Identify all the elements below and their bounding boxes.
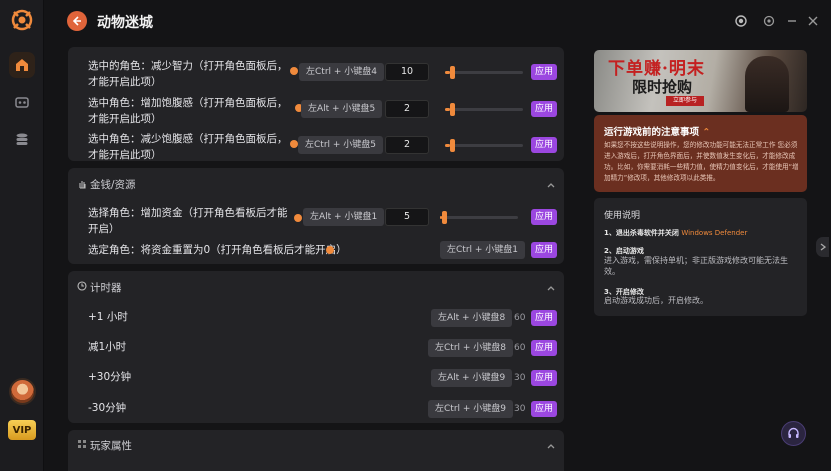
games-nav-icon[interactable] — [9, 89, 35, 115]
section-title: 玩家属性 — [90, 440, 132, 452]
timer-value: 60 — [514, 343, 526, 353]
minimize-icon[interactable] — [785, 14, 799, 28]
hotkey-badge[interactable]: 左Ctrl + 小键盘4 — [299, 63, 385, 81]
mod-label: 选中的角色：减少智力（打开角色面板后，才能开启此项） — [88, 60, 288, 88]
mod-label: 减1小时 — [88, 341, 127, 353]
user-avatar[interactable] — [9, 378, 36, 405]
banner-stamp: 立即参与 — [666, 96, 704, 106]
apply-button[interactable]: 应用 — [531, 209, 557, 225]
notice-panel: 运行游戏前的注意事项 ⌃ 如果您不按这些说明操作，您的修改功能可能无法正常工作 … — [594, 115, 807, 192]
hotkey-badge[interactable]: 左Ctrl + 小键盘9 — [428, 400, 514, 418]
clock-icon — [77, 281, 87, 291]
warning-icon: ⌃ — [702, 127, 711, 138]
player-card: 玩家属性 — [68, 430, 564, 471]
value-input[interactable]: 2 — [385, 136, 429, 154]
value-input[interactable]: 10 — [385, 63, 429, 81]
status-dot — [290, 67, 298, 75]
hotkey-badge[interactable]: 左Ctrl + 小键盘8 — [428, 339, 514, 357]
apply-button[interactable]: 应用 — [531, 101, 557, 117]
apply-button[interactable]: 应用 — [531, 310, 557, 326]
headset-support-button[interactable] — [781, 421, 806, 446]
collapse-chevron-icon[interactable] — [546, 441, 556, 451]
mod-label: 选中角色：减少饱腹感（打开角色面板后，才能开启此项） — [88, 133, 288, 161]
home-nav-icon[interactable] — [9, 52, 35, 78]
value-slider[interactable] — [440, 211, 518, 224]
back-button[interactable] — [67, 11, 87, 31]
apply-button[interactable]: 应用 — [531, 370, 557, 386]
mod-label: 选择角色：增加资金（打开角色看板后才能开启） — [88, 207, 288, 235]
value-slider[interactable] — [445, 66, 523, 79]
apply-button[interactable]: 应用 — [531, 242, 557, 258]
usage-step3-body: 启动游戏成功后，开启修改。 — [604, 296, 708, 305]
notice-body: 如果您不按这些说明操作，您的修改功能可能无法正常工作 您必须进入游戏后，打开角色… — [604, 141, 799, 182]
hotkey-badge[interactable]: 左Alt + 小键盘8 — [431, 309, 513, 327]
close-icon[interactable] — [806, 14, 820, 28]
record-icon[interactable] — [734, 14, 748, 28]
hotkey-badge[interactable]: 左Ctrl + 小键盘1 — [440, 241, 526, 259]
banner-character — [745, 56, 789, 112]
collapse-chevron-icon[interactable] — [546, 283, 556, 293]
hotkey-badge[interactable]: 左Alt + 小键盘5 — [301, 100, 383, 118]
vip-badge[interactable]: VIP — [8, 420, 36, 440]
usage-panel: 使用说明 1、退出杀毒软件并关闭 Windows Defender 2、启动游戏… — [594, 198, 807, 316]
library-nav-icon[interactable] — [9, 126, 35, 152]
grid-icon — [78, 440, 86, 448]
apply-button[interactable]: 应用 — [531, 137, 557, 153]
timer-value: 30 — [514, 404, 526, 414]
status-dot — [294, 214, 302, 222]
expand-panel-button[interactable] — [816, 237, 829, 257]
section-title: 金钱/资源 — [90, 179, 136, 191]
status-dot — [326, 246, 334, 254]
chevron-right-icon — [820, 243, 826, 251]
apply-button[interactable]: 应用 — [531, 401, 557, 417]
left-rail: VIP — [0, 0, 44, 471]
defender-highlight: Windows Defender — [681, 229, 748, 237]
value-slider[interactable] — [445, 139, 523, 152]
status-dot — [290, 140, 298, 148]
page-title: 动物迷城 — [97, 15, 153, 31]
section-title: 计时器 — [90, 282, 122, 294]
hotkey-badge[interactable]: 左Alt + 小键盘1 — [303, 208, 385, 226]
value-slider[interactable] — [445, 103, 523, 116]
timer-value: 30 — [514, 373, 526, 383]
notice-title: 运行游戏前的注意事项 ⌃ — [604, 127, 711, 138]
usage-step1: 1、退出杀毒软件并关闭 Windows Defender — [604, 229, 748, 237]
mod-label: +1 小时 — [88, 311, 128, 323]
hand-icon — [79, 181, 86, 189]
headset-icon — [788, 427, 799, 438]
promo-banner[interactable]: 下单赚·明末 限时抢购 立即参与 — [594, 50, 807, 112]
mod-label: -30分钟 — [88, 402, 127, 414]
value-input[interactable]: 5 — [385, 208, 429, 226]
banner-subtitle: 限时抢购 — [632, 78, 693, 96]
hotkey-badge[interactable]: 左Ctrl + 小键盘5 — [298, 136, 384, 154]
settings-icon[interactable] — [762, 14, 776, 28]
usage-step2-body: 进入游戏，需保持单机；非正版游戏修改可能无法生效。 — [604, 256, 788, 276]
collapse-chevron-icon[interactable] — [546, 180, 556, 190]
mod-label: 选定角色：将资金重置为0（打开角色看板后才能开启） — [88, 244, 347, 256]
mods-list: 选中的角色：减少智力（打开角色面板后，才能开启此项） 左Ctrl + 小键盘4 … — [68, 47, 564, 471]
apply-button[interactable]: 应用 — [531, 340, 557, 356]
app-logo-icon — [10, 8, 34, 32]
apply-button[interactable]: 应用 — [531, 64, 557, 80]
value-input[interactable]: 2 — [385, 100, 429, 118]
usage-title: 使用说明 — [604, 211, 641, 221]
mod-label: 选中角色：增加饱腹感（打开角色面板后，才能开启此项） — [88, 97, 288, 125]
hotkey-badge[interactable]: 左Alt + 小键盘9 — [431, 369, 513, 387]
timer-value: 60 — [514, 313, 526, 323]
mod-label: +30分钟 — [88, 371, 132, 383]
